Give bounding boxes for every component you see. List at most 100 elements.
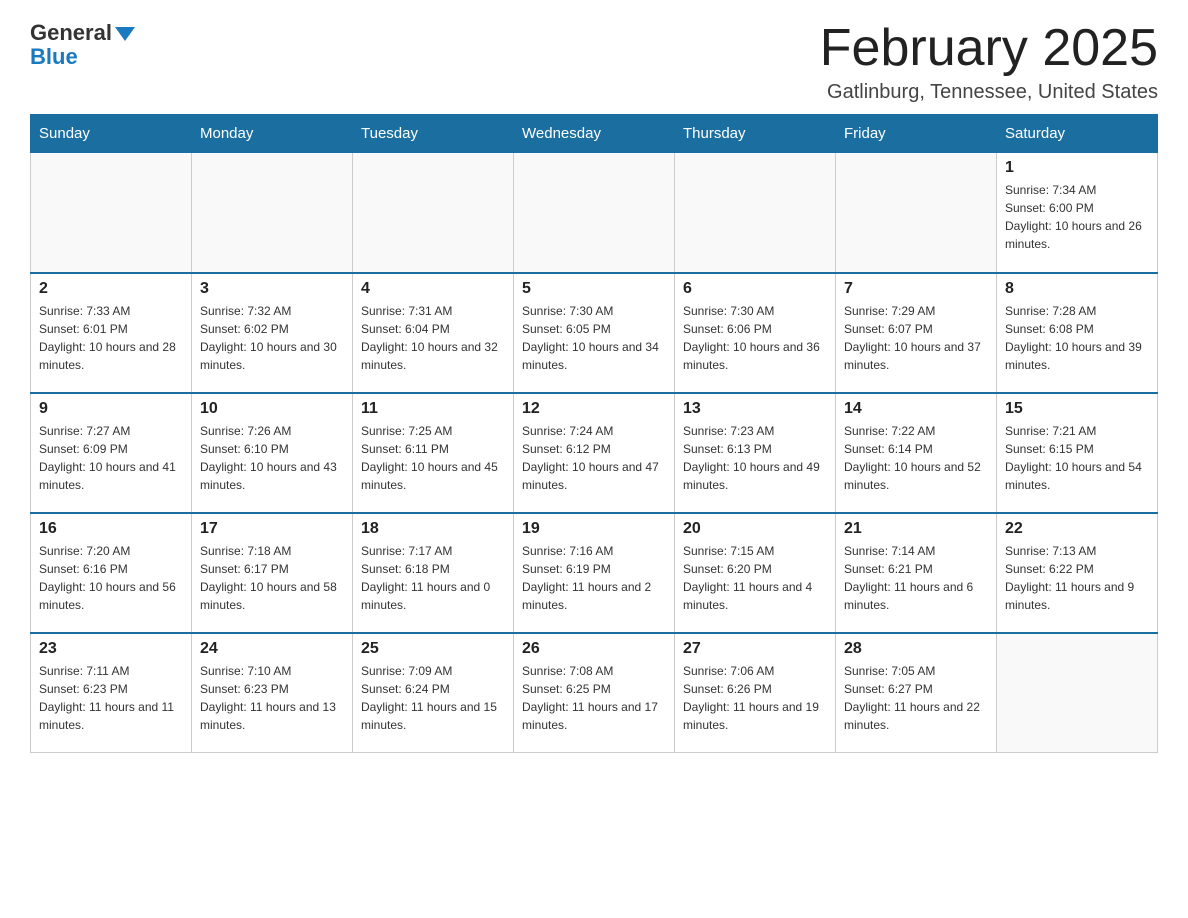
table-row: 9 Sunrise: 7:27 AMSunset: 6:09 PMDaylight… [31,393,192,513]
header-tuesday: Tuesday [353,115,514,153]
table-row: 8 Sunrise: 7:28 AMSunset: 6:08 PMDaylight… [997,273,1158,393]
day-info: Sunrise: 7:28 AMSunset: 6:08 PMDaylight:… [1005,302,1149,374]
logo-general-text: General [30,20,112,46]
table-row [514,153,675,273]
day-number: 26 [522,640,666,658]
day-number: 22 [1005,520,1149,538]
day-info: Sunrise: 7:22 AMSunset: 6:14 PMDaylight:… [844,422,988,494]
calendar-table: Sunday Monday Tuesday Wednesday Thursday… [30,114,1158,753]
day-number: 20 [683,520,827,538]
day-number: 4 [361,280,505,298]
header-saturday: Saturday [997,115,1158,153]
day-number: 6 [683,280,827,298]
day-info: Sunrise: 7:06 AMSunset: 6:26 PMDaylight:… [683,662,827,734]
table-row: 16 Sunrise: 7:20 AMSunset: 6:16 PMDayligh… [31,513,192,633]
day-info: Sunrise: 7:17 AMSunset: 6:18 PMDaylight:… [361,542,505,614]
day-number: 17 [200,520,344,538]
day-number: 2 [39,280,183,298]
day-number: 28 [844,640,988,658]
day-number: 19 [522,520,666,538]
day-number: 5 [522,280,666,298]
day-number: 13 [683,400,827,418]
table-row: 15Sunrise: 7:21 AMSunset: 6:15 PMDayligh… [997,393,1158,513]
table-row: 13Sunrise: 7:23 AMSunset: 6:13 PMDayligh… [675,393,836,513]
table-row: 7 Sunrise: 7:29 AMSunset: 6:07 PMDaylight… [836,273,997,393]
table-row: 27 Sunrise: 7:06 AMSunset: 6:26 PMDayligh… [675,633,836,753]
day-number: 8 [1005,280,1149,298]
day-info: Sunrise: 7:33 AMSunset: 6:01 PMDaylight:… [39,302,183,374]
calendar-header-row: Sunday Monday Tuesday Wednesday Thursday… [31,115,1158,153]
day-info: Sunrise: 7:30 AMSunset: 6:05 PMDaylight:… [522,302,666,374]
day-info: Sunrise: 7:24 AMSunset: 6:12 PMDaylight:… [522,422,666,494]
day-number: 23 [39,640,183,658]
day-info: Sunrise: 7:26 AMSunset: 6:10 PMDaylight:… [200,422,344,494]
table-row: 18 Sunrise: 7:17 AMSunset: 6:18 PMDayligh… [353,513,514,633]
table-row: 11Sunrise: 7:25 AMSunset: 6:11 PMDayligh… [353,393,514,513]
table-row: 23 Sunrise: 7:11 AMSunset: 6:23 PMDayligh… [31,633,192,753]
day-number: 24 [200,640,344,658]
table-row [836,153,997,273]
day-info: Sunrise: 7:14 AMSunset: 6:21 PMDaylight:… [844,542,988,614]
day-info: Sunrise: 7:30 AMSunset: 6:06 PMDaylight:… [683,302,827,374]
table-row: 22 Sunrise: 7:13 AMSunset: 6:22 PMDayligh… [997,513,1158,633]
day-number: 7 [844,280,988,298]
day-info: Sunrise: 7:09 AMSunset: 6:24 PMDaylight:… [361,662,505,734]
day-number: 27 [683,640,827,658]
table-row: 24 Sunrise: 7:10 AMSunset: 6:23 PMDayligh… [192,633,353,753]
day-info: Sunrise: 7:20 AMSunset: 6:16 PMDaylight:… [39,542,183,614]
day-info: Sunrise: 7:05 AMSunset: 6:27 PMDaylight:… [844,662,988,734]
day-number: 16 [39,520,183,538]
day-info: Sunrise: 7:31 AMSunset: 6:04 PMDaylight:… [361,302,505,374]
day-number: 25 [361,640,505,658]
month-title: February 2025 [820,20,1158,77]
day-number: 3 [200,280,344,298]
day-info: Sunrise: 7:18 AMSunset: 6:17 PMDaylight:… [200,542,344,614]
table-row: 4 Sunrise: 7:31 AMSunset: 6:04 PMDaylight… [353,273,514,393]
table-row: 25 Sunrise: 7:09 AMSunset: 6:24 PMDayligh… [353,633,514,753]
calendar-week-row: 1Sunrise: 7:34 AMSunset: 6:00 PMDaylight… [31,153,1158,273]
day-number: 9 [39,400,183,418]
calendar-week-row: 9 Sunrise: 7:27 AMSunset: 6:09 PMDaylight… [31,393,1158,513]
table-row: 19 Sunrise: 7:16 AMSunset: 6:19 PMDayligh… [514,513,675,633]
day-number: 12 [522,400,666,418]
day-info: Sunrise: 7:29 AMSunset: 6:07 PMDaylight:… [844,302,988,374]
logo-arrow-icon [115,27,135,41]
title-section: February 2025 Gatlinburg, Tennessee, Uni… [820,20,1158,104]
header-sunday: Sunday [31,115,192,153]
header-friday: Friday [836,115,997,153]
table-row [997,633,1158,753]
calendar-week-row: 16 Sunrise: 7:20 AMSunset: 6:16 PMDayligh… [31,513,1158,633]
table-row: 26 Sunrise: 7:08 AMSunset: 6:25 PMDayligh… [514,633,675,753]
day-info: Sunrise: 7:34 AMSunset: 6:00 PMDaylight:… [1005,181,1149,253]
calendar-week-row: 2 Sunrise: 7:33 AMSunset: 6:01 PMDaylight… [31,273,1158,393]
logo-blue-text: Blue [30,44,78,70]
table-row: 6 Sunrise: 7:30 AMSunset: 6:06 PMDaylight… [675,273,836,393]
day-info: Sunrise: 7:08 AMSunset: 6:25 PMDaylight:… [522,662,666,734]
day-number: 15 [1005,400,1149,418]
header-monday: Monday [192,115,353,153]
logo: General Blue [30,20,135,70]
day-info: Sunrise: 7:25 AMSunset: 6:11 PMDaylight:… [361,422,505,494]
table-row: 14 Sunrise: 7:22 AMSunset: 6:14 PMDayligh… [836,393,997,513]
logo-general: General [30,20,135,46]
header-thursday: Thursday [675,115,836,153]
day-info: Sunrise: 7:13 AMSunset: 6:22 PMDaylight:… [1005,542,1149,614]
day-info: Sunrise: 7:10 AMSunset: 6:23 PMDaylight:… [200,662,344,734]
table-row: 21 Sunrise: 7:14 AMSunset: 6:21 PMDayligh… [836,513,997,633]
table-row [675,153,836,273]
table-row [31,153,192,273]
page-header: General Blue February 2025 Gatlinburg, T… [30,20,1158,104]
day-info: Sunrise: 7:27 AMSunset: 6:09 PMDaylight:… [39,422,183,494]
day-number: 21 [844,520,988,538]
table-row [353,153,514,273]
location-title: Gatlinburg, Tennessee, United States [820,81,1158,104]
day-number: 18 [361,520,505,538]
day-info: Sunrise: 7:15 AMSunset: 6:20 PMDaylight:… [683,542,827,614]
day-info: Sunrise: 7:11 AMSunset: 6:23 PMDaylight:… [39,662,183,734]
table-row: 20 Sunrise: 7:15 AMSunset: 6:20 PMDayligh… [675,513,836,633]
day-info: Sunrise: 7:16 AMSunset: 6:19 PMDaylight:… [522,542,666,614]
header-wednesday: Wednesday [514,115,675,153]
table-row: 2 Sunrise: 7:33 AMSunset: 6:01 PMDaylight… [31,273,192,393]
day-number: 14 [844,400,988,418]
table-row [192,153,353,273]
